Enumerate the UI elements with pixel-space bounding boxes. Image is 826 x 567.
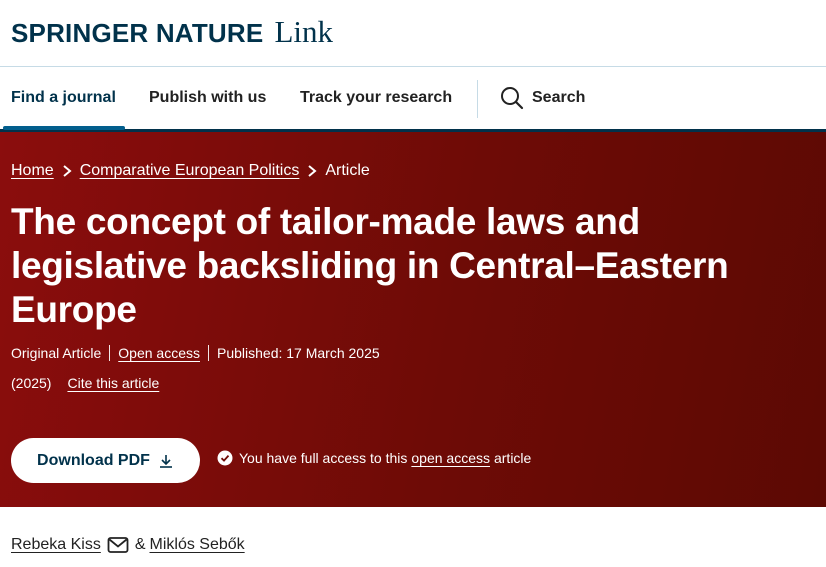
meta-separator	[109, 345, 111, 361]
nav-track-your-research[interactable]: Track your research	[300, 67, 452, 129]
search-icon	[501, 87, 524, 110]
logo-product-text: Link	[274, 14, 333, 49]
open-access-link[interactable]: Open access	[118, 345, 200, 361]
main-navigation: Find a journal Publish with us Track you…	[0, 67, 826, 132]
article-meta: Original Article Open access Published: …	[11, 345, 380, 361]
meta-separator	[207, 345, 209, 361]
author-link[interactable]: Rebeka Kiss	[11, 536, 101, 554]
breadcrumb-journal[interactable]: Comparative European Politics	[80, 162, 300, 180]
breadcrumb: Home Comparative European Politics Artic…	[11, 162, 370, 180]
springer-nature-link-logo[interactable]: SPRINGER NATURE Link	[11, 14, 333, 50]
article-title: The concept of tailor-made laws and legi…	[11, 201, 729, 330]
search-button[interactable]: Search	[500, 67, 585, 129]
author-joiner: &	[134, 536, 146, 553]
chevron-right-icon	[308, 165, 317, 177]
mail-icon[interactable]	[107, 536, 129, 554]
chevron-right-icon	[63, 165, 72, 177]
download-pdf-label: Download PDF	[37, 451, 150, 469]
access-note-open-access-link[interactable]: open access	[411, 450, 490, 466]
breadcrumb-home[interactable]: Home	[11, 162, 54, 180]
cite-this-article-link[interactable]: Cite this article	[67, 375, 159, 391]
article-citation-row: (2025) Cite this article	[11, 375, 159, 391]
nav-divider	[477, 80, 478, 118]
breadcrumb-current: Article	[325, 162, 370, 179]
nav-publish-with-us[interactable]: Publish with us	[149, 67, 266, 129]
article-type: Original Article	[11, 345, 102, 361]
article-year: (2025)	[11, 375, 52, 391]
article-hero: Home Comparative European Politics Artic…	[0, 132, 826, 507]
check-circle-icon	[217, 450, 233, 466]
author-link[interactable]: Miklós Sebők	[150, 536, 245, 554]
access-note: You have full access to this open access…	[217, 450, 531, 466]
access-note-suffix: article	[493, 450, 532, 466]
published-date: Published: 17 March 2025	[216, 345, 380, 361]
nav-active-indicator	[3, 126, 125, 130]
site-header: SPRINGER NATURE Link	[0, 0, 826, 67]
logo-brand-text: SPRINGER NATURE	[11, 18, 264, 48]
nav-find-a-journal[interactable]: Find a journal	[11, 67, 116, 129]
download-icon	[159, 454, 172, 468]
search-label: Search	[532, 89, 586, 106]
access-note-text: You have full access to this	[239, 450, 408, 466]
author-list: Rebeka Kiss & Miklós Sebők	[11, 536, 245, 554]
download-pdf-button[interactable]: Download PDF	[11, 438, 200, 483]
